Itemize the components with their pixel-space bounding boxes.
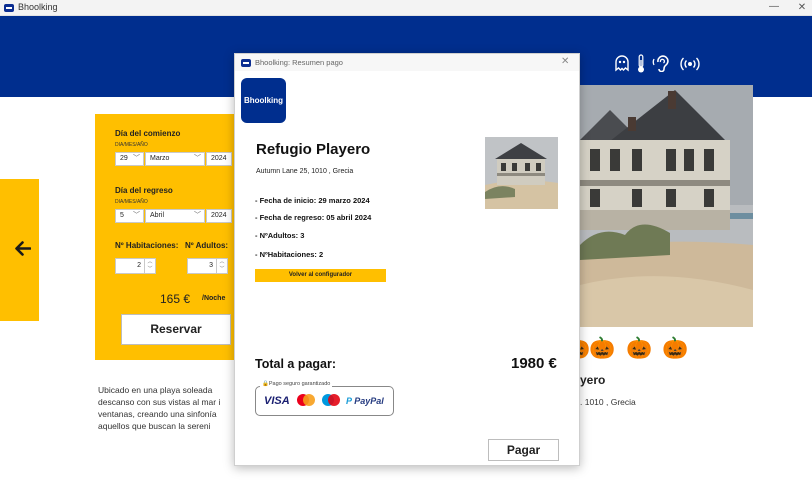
start-date-format: DIA/MES/AÑO <box>115 142 148 148</box>
start-year-select[interactable]: 2024 <box>206 152 232 166</box>
back-to-configurator-button[interactable]: Volver al configurador <box>255 269 386 282</box>
reserve-button[interactable]: Reservar <box>121 314 231 345</box>
ghost-icon[interactable] <box>614 55 630 72</box>
adults-stepper[interactable]: 3 ︿ ﹀ <box>187 258 228 274</box>
listing-photo[interactable] <box>580 85 753 327</box>
back-arrow-icon[interactable] <box>14 241 31 256</box>
start-day-select[interactable]: 29 ﹀ <box>115 152 144 166</box>
property-name: Refugio Playero <box>256 141 371 158</box>
minimize-button[interactable]: — <box>766 0 782 16</box>
dialog-titlebar: Bhoolking: Resumen pago ✕ <box>235 54 579 71</box>
payment-summary-dialog: Bhoolking: Resumen pago ✕ Bhoolking Refu… <box>234 53 580 466</box>
pumpkin-half-rating-icon: 🎃 <box>662 337 689 360</box>
visa-logo: VISA <box>264 395 290 407</box>
brand-logo: Bhoolking <box>241 78 286 123</box>
description-line: ventanas, creando una sinfonía <box>98 409 217 419</box>
pay-button[interactable]: Pagar <box>488 439 559 461</box>
price-per-night: 165 € <box>160 292 191 306</box>
listing-name: yero <box>580 373 606 387</box>
detail-adults: - NºAdultos: 3 <box>255 231 305 240</box>
listing-address: . 1010 , Grecia <box>580 397 636 407</box>
maestro-logo <box>322 394 340 406</box>
detail-start-date: - Fecha de inicio: 29 marzo 2024 <box>255 196 370 205</box>
chevron-down-icon: ﹀ <box>194 155 201 162</box>
secure-payment-caption: 🔒Pago seguro garantizado <box>260 381 333 387</box>
rooms-stepper[interactable]: 2 ︿ ﹀ <box>115 258 156 274</box>
thermometer-icon[interactable] <box>636 54 646 74</box>
description-line: aquellos que buscan la sereni <box>98 421 211 431</box>
chevron-down-icon: ﹀ <box>133 155 140 162</box>
window-close-button[interactable]: ✕ <box>794 0 810 16</box>
detail-return-date: - Fecha de regreso: 05 abril 2024 <box>255 213 372 222</box>
ear-icon[interactable] <box>652 54 672 72</box>
property-address: Autumn Lane 25, 1010 , Grecia <box>256 168 354 175</box>
dialog-close-button[interactable]: ✕ <box>561 56 569 67</box>
app-icon <box>241 59 251 67</box>
stepper-arrows-icon[interactable]: ︿ ﹀ <box>216 259 227 273</box>
property-thumbnail <box>485 137 558 209</box>
total-label: Total a pagar: <box>255 357 337 371</box>
start-date-label: Día del comienzo <box>115 129 181 138</box>
start-month-select[interactable]: Marzo ﹀ <box>145 152 205 166</box>
chevron-down-icon: ﹀ <box>194 212 201 219</box>
rooms-label: Nº Habitaciones: <box>115 241 179 250</box>
stepper-arrows-icon[interactable]: ︿ ﹀ <box>144 259 155 273</box>
adults-label: Nº Adultos: <box>185 241 229 250</box>
dialog-title: Bhoolking: Resumen pago <box>255 58 343 67</box>
chevron-down-icon: ﹀ <box>133 212 140 219</box>
description-line: Ubicado en una playa soleada <box>98 385 213 395</box>
return-month-select[interactable]: Abril ﹀ <box>145 209 205 223</box>
paypal-logo: P PayPal <box>346 396 384 406</box>
pumpkin-rating-icon: 🎃 <box>626 337 653 360</box>
return-year-select[interactable]: 2024 <box>206 209 232 223</box>
return-date-label: Día del regreso <box>115 186 173 195</box>
total-amount: 1980 € <box>511 355 557 372</box>
window-titlebar: Bhoolking — ✕ <box>0 0 812 16</box>
description-line: descanso con sus vistas al mar i <box>98 397 221 407</box>
window-title: Bhoolking <box>18 2 58 12</box>
return-date-format: DIA/MES/AÑO <box>115 199 148 205</box>
wireless-signal-icon[interactable] <box>680 57 700 71</box>
mastercard-logo <box>297 394 315 406</box>
pumpkin-rating-icon: 🎃 <box>589 337 616 360</box>
price-unit: /Noche <box>202 295 226 302</box>
lock-icon: 🔒 <box>262 381 269 387</box>
return-day-select[interactable]: 5 ﹀ <box>115 209 144 223</box>
app-icon <box>4 4 14 12</box>
paypal-p-icon: P <box>346 396 352 406</box>
detail-rooms: - NºHabitaciones: 2 <box>255 250 324 259</box>
